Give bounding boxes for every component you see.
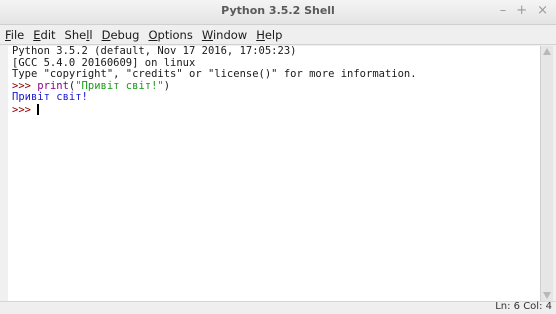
scroll-down-arrow-icon[interactable] — [543, 292, 551, 299]
title-bar[interactable]: Python 3.5.2 Shell – + × — [0, 0, 556, 25]
menu-bar: File Edit Shell Debug Options Window Hel… — [0, 25, 556, 45]
vertical-scrollbar[interactable] — [540, 46, 553, 301]
current-prompt: >>> — [12, 103, 38, 116]
line-col-indicator: Ln: 6 Col: 4 — [495, 301, 552, 312]
output-line: Привіт світ! — [12, 91, 88, 103]
maximize-button[interactable]: + — [516, 3, 527, 19]
close-button[interactable]: × — [537, 3, 548, 19]
menu-debug[interactable]: Debug — [102, 28, 140, 42]
menu-edit[interactable]: Edit — [33, 28, 55, 42]
window-controls: – + × — [500, 3, 548, 19]
text-cursor — [37, 103, 40, 115]
window-title: Python 3.5.2 Shell — [221, 4, 335, 17]
input-line[interactable]: >>> — [8, 103, 540, 117]
scroll-up-arrow-icon[interactable] — [543, 48, 551, 55]
command-keyword: print — [37, 79, 69, 92]
idle-shell-window: Python 3.5.2 Shell – + × File Edit Shell… — [0, 0, 556, 314]
menu-window[interactable]: Window — [202, 28, 247, 42]
menu-help[interactable]: Help — [256, 28, 282, 42]
menu-shell[interactable]: Shell — [65, 28, 93, 42]
menu-options[interactable]: Options — [148, 28, 192, 42]
shell-text-area[interactable]: Python 3.5.2 (default, Nov 17 2016, 17:0… — [8, 46, 540, 301]
banner-line: Python 3.5.2 (default, Nov 17 2016, 17:0… — [12, 46, 297, 57]
menu-file[interactable]: File — [5, 28, 24, 42]
command-string: "Привіт світ!" — [75, 79, 164, 92]
status-bar: Ln: 6 Col: 4 — [0, 301, 556, 314]
prompt: >>> — [12, 79, 38, 92]
command-paren-close: ) — [163, 79, 171, 92]
minimize-button[interactable]: – — [500, 3, 507, 19]
